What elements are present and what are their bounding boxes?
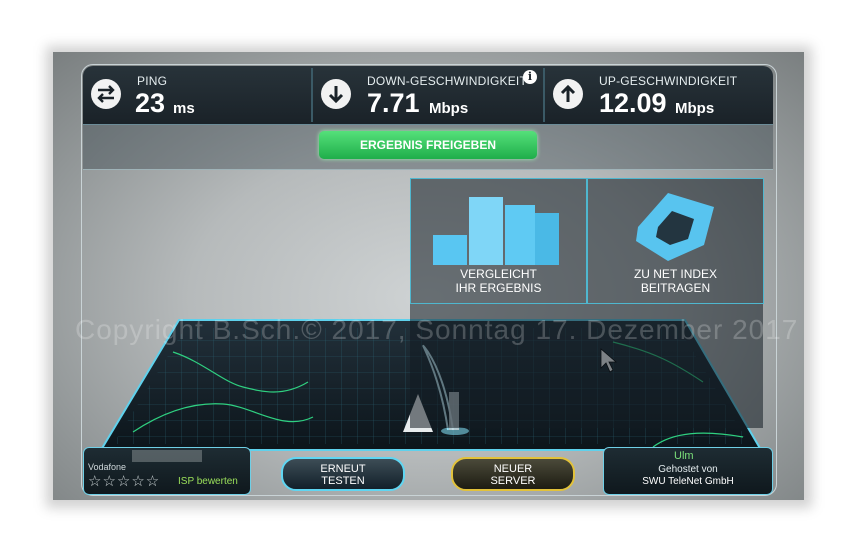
upload-panel: UP-GESCHWINDIGKEIT 12.09 Mbps (545, 66, 773, 124)
ping-value: 23 (135, 88, 166, 118)
arrow-down-icon (321, 79, 351, 109)
new-server-line1: NEUER (493, 463, 533, 475)
new-server-button[interactable]: NEUER SERVER (451, 457, 575, 491)
exchange-arrows-icon (91, 79, 121, 109)
rate-isp-link[interactable]: ISP bewerten (178, 476, 238, 487)
isp-panel: Vodafone ☆☆☆☆☆ ISP bewerten (83, 447, 251, 495)
download-value: 7.71 (367, 88, 420, 118)
blurred-ip (132, 450, 202, 462)
retest-line2: TESTEN (321, 475, 365, 487)
contribute-line1: ZU NET INDEX (633, 267, 718, 281)
download-unit: Mbps (429, 100, 469, 117)
upload-value: 12.09 (599, 88, 667, 118)
isp-name: Vodafone (88, 462, 127, 472)
ping-unit: ms (173, 100, 195, 117)
star-rating[interactable]: ☆☆☆☆☆ (88, 472, 160, 490)
compare-line2: IHR ERGEBNIS (455, 281, 542, 295)
results-bar: PING 23 ms DOWN-GESCHWINDIGKEIT i 7.71 M… (83, 66, 773, 124)
server-city: Ulm (674, 450, 694, 462)
contribute-line2: BEITRAGEN (640, 281, 711, 295)
upload-unit: Mbps (675, 100, 715, 117)
upload-label: UP-GESCHWINDIGKEIT (599, 74, 738, 88)
hosted-by-label: Gehostet von (658, 464, 718, 475)
server-panel: Ulm Gehostet von SWU TeleNet GmbH (603, 447, 773, 495)
bar-chart-icon (433, 197, 559, 265)
arrow-up-icon (553, 79, 583, 109)
retest-line1: ERNEUT (320, 463, 366, 475)
new-server-line2: SERVER (490, 475, 536, 487)
retest-button[interactable]: ERNEUT TESTEN (281, 457, 405, 491)
host-name: SWU TeleNet GmbH (642, 476, 734, 487)
contribute-index-tile[interactable]: ZU NET INDEX BEITRAGEN (587, 178, 764, 304)
download-panel: DOWN-GESCHWINDIGKEIT i 7.71 Mbps (313, 66, 543, 124)
download-label: DOWN-GESCHWINDIGKEIT (367, 74, 527, 88)
info-icon[interactable]: i (523, 70, 537, 84)
share-result-button[interactable]: ERGEBNIS FREIGEBEN (319, 131, 537, 159)
speedtest-app: PING 23 ms DOWN-GESCHWINDIGKEIT i 7.71 M… (53, 52, 804, 500)
ping-panel: PING 23 ms (83, 66, 311, 124)
ping-label: PING (137, 74, 168, 88)
net-index-icon (636, 193, 714, 261)
compare-result-tile[interactable]: VERGLEICHT IHR ERGEBNIS (410, 178, 587, 304)
compare-line1: VERGLEICHT (460, 267, 537, 281)
copyright-watermark: Copyright B.Sch.© 2017, Sonntag 17. Deze… (75, 314, 799, 345)
